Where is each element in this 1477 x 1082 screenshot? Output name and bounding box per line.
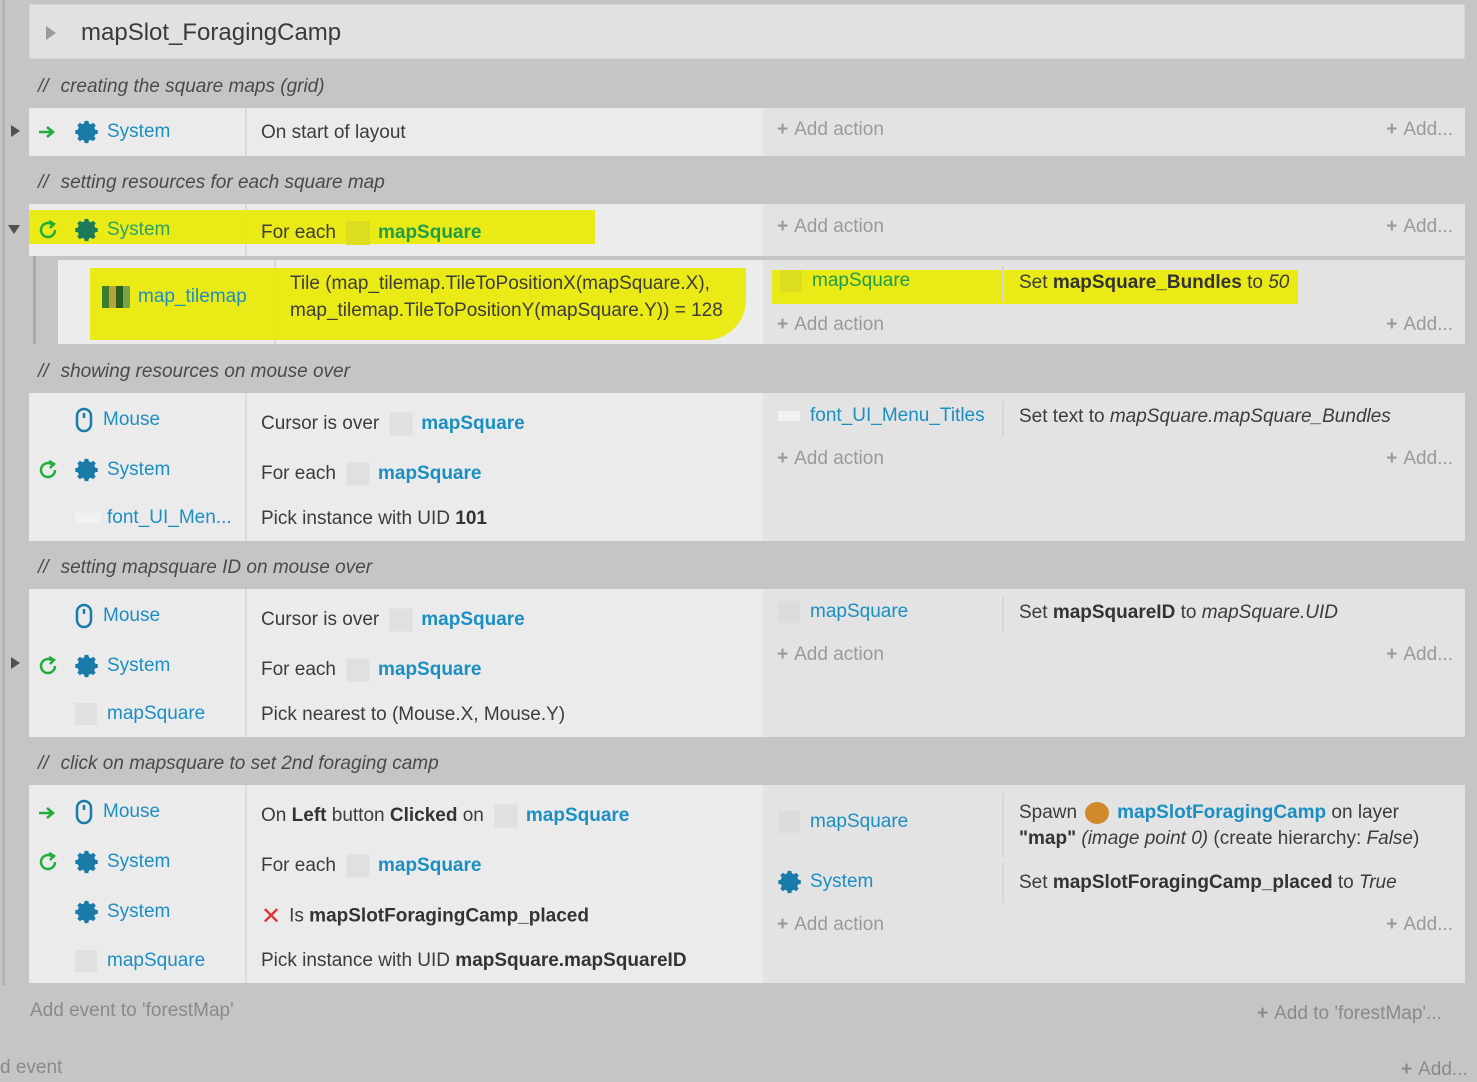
tilemap-icon [102,286,130,308]
mapsquare-icon [75,703,97,725]
loop-icon [39,219,57,239]
invert-x-icon: ✕ [261,903,282,930]
add-action-button[interactable]: + Add action [777,448,884,470]
condition-cursor-over[interactable]: Cursor is over mapSquare [261,608,525,632]
add-menu-button[interactable]: + Add... [1386,119,1453,141]
event-4-mouse[interactable]: Mouse [75,601,160,631]
gear-icon [75,900,98,924]
mouse-icon [75,407,93,433]
condition-for-each[interactable]: For each mapSquare [261,854,481,878]
add-menu-button[interactable]: + Add... [1386,914,1453,936]
comment-3[interactable]: //showing resources on mouse over [38,361,350,383]
event-4-expander-icon[interactable] [11,657,20,669]
event-3-font-object[interactable]: font_UI_Men... [75,503,232,533]
event-4-system[interactable]: System [75,651,170,681]
left-rail [2,0,5,985]
mapsquare-icon [75,950,97,972]
collapse-triangle-icon[interactable] [46,26,56,40]
gear-icon [75,218,98,242]
add-action-button[interactable]: + Add action [777,119,884,141]
event-4[interactable]: Mouse Cursor is over mapSquare System For… [29,589,1465,737]
add-event-to-group[interactable]: Add event to 'forestMap' [30,1000,234,1022]
font-icon [75,513,101,523]
condition-on-start[interactable]: On start of layout [261,122,406,144]
gear-icon [75,850,98,874]
gear-icon [75,120,98,144]
condition-cursor-over[interactable]: Cursor is over mapSquare [261,412,525,436]
action-object-mapsquare[interactable]: mapSquare [778,601,908,623]
action-object-font[interactable]: font_UI_Menu_Titles [778,405,985,427]
add-menu-button[interactable]: + Add... [1386,644,1453,666]
event-5-mapsquare-object[interactable]: mapSquare [75,946,205,976]
event-5-system-2[interactable]: System [75,897,170,927]
mouse-icon [75,799,93,825]
action-spawn[interactable]: Spawn mapSlotForagingCamp on layer [1019,802,1399,824]
event-4-mapsquare-object[interactable]: mapSquare [75,699,205,729]
add-action-button[interactable]: + Add action [777,314,884,336]
event-2-expander-icon[interactable] [8,225,20,234]
event-1-expander-icon[interactable] [11,125,20,137]
gear-icon [75,458,98,482]
add-action-button[interactable]: + Add action [777,644,884,666]
event-1[interactable]: System On start of layout + Add action + A… [29,108,1465,156]
group-title: mapSlot_ForagingCamp [81,19,342,46]
trigger-arrow-icon [39,126,55,138]
loop-icon [39,459,57,479]
event-3-system[interactable]: System [75,455,170,485]
condition-tile-line2[interactable]: map_tilemap.TileToPositionY(mapSquare.Y)… [290,300,723,322]
add-action-button[interactable]: + Add action [777,216,884,238]
action-object-mapsquare[interactable]: mapSquare [778,811,908,833]
condition-tile-line1[interactable]: Tile (map_tilemap.TileToPositionX(mapSqu… [290,273,710,295]
loop-icon [39,851,57,871]
action-set-placed[interactable]: Set mapSlotForagingCamp_placed to True [1019,872,1397,894]
condition-for-each[interactable]: For each mapSquare [261,658,481,682]
add-menu-button[interactable]: + Add... [1386,448,1453,470]
event-5[interactable]: Mouse On Left button Clicked on mapSquare… [29,785,1465,983]
action-object-system[interactable]: System [778,869,873,895]
trigger-arrow-icon [39,807,55,819]
condition-pick-uid[interactable]: Pick instance with UID 101 [261,508,487,530]
group-header[interactable]: mapSlot_ForagingCamp [29,4,1465,59]
action-spawn-line2[interactable]: "map" (image point 0) (create hierarchy:… [1019,828,1419,850]
spawn-object-icon [1085,802,1110,824]
gear-icon [778,870,801,894]
add-bottom-button[interactable]: + Add... [1401,1059,1468,1081]
add-event-link[interactable]: d event [0,1057,62,1079]
add-menu-button[interactable]: + Add... [1386,314,1453,336]
condition-is-placed[interactable]: ✕ Is mapSlotForagingCamp_placed [261,902,589,931]
sub-event-tilemap[interactable]: map_tilemap Tile (map_tilemap.TileToPosi… [58,260,1465,344]
comment-1[interactable]: //creating the square maps (grid) [38,76,325,98]
action-set-bundles[interactable]: Set mapSquare_Bundles to 50 [1019,272,1289,294]
add-action-button[interactable]: + Add action [777,914,884,936]
condition-for-each[interactable]: For each mapSquare [261,462,481,486]
action-set-text[interactable]: Set text to mapSquare.mapSquare_Bundles [1019,406,1391,428]
condition-pick-uid[interactable]: Pick instance with UID mapSquare.mapSqua… [261,950,687,972]
event-3-mouse[interactable]: Mouse [75,405,160,435]
event-2[interactable]: System For each mapSquare + Add action + Ad… [29,204,1465,256]
comment-4[interactable]: //setting mapsquare ID on mouse over [38,557,372,579]
mouse-icon [75,603,93,629]
add-to-group-button[interactable]: + Add to 'forestMap'... [1257,1003,1442,1025]
event-5-system[interactable]: System [75,847,170,877]
event-1-system[interactable]: System [75,117,170,147]
comment-2[interactable]: //setting resources for each square map [38,172,385,194]
event-3[interactable]: Mouse Cursor is over mapSquare System For… [29,393,1465,541]
event-5-mouse[interactable]: Mouse [75,797,160,827]
event-2-system[interactable]: System [75,215,170,245]
condition-for-each[interactable]: For each mapSquare [261,221,481,245]
gear-icon [75,654,98,678]
action-set-id[interactable]: Set mapSquareID to mapSquare.UID [1019,602,1338,624]
loop-icon [39,655,57,675]
add-menu-button[interactable]: + Add... [1386,216,1453,238]
action-object-mapsquare[interactable]: mapSquare [780,270,910,292]
tilemap-object[interactable]: map_tilemap [102,282,247,312]
comment-5[interactable]: //click on mapsquare to set 2nd foraging… [38,753,439,775]
condition-pick-nearest[interactable]: Pick nearest to (Mouse.X, Mouse.Y) [261,704,565,726]
indent-line [33,256,36,344]
condition-on-click[interactable]: On Left button Clicked on mapSquare [261,804,629,828]
